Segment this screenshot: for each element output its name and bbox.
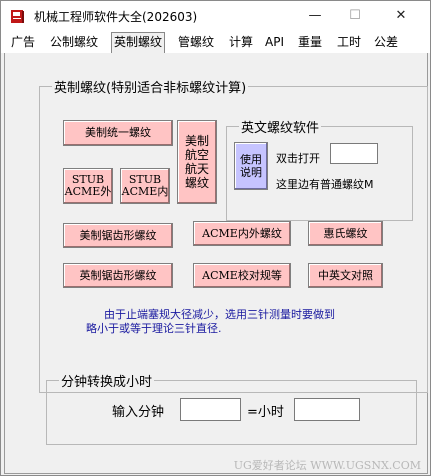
- three-wire-note-line2: 略小于或等于理论三针直径.: [86, 322, 222, 335]
- red-book-icon: [11, 10, 24, 23]
- aerospace-thread-button[interactable]: 美制航空航天螺纹: [177, 120, 217, 204]
- input-minutes-label: 输入分钟: [112, 405, 165, 420]
- unified-thread-button[interactable]: 美制统一螺纹: [63, 120, 173, 146]
- chinese-english-compare-button[interactable]: 中英文对照: [308, 263, 383, 288]
- usage-instructions-button[interactable]: 使用 说明: [234, 142, 268, 190]
- double-click-open-field[interactable]: [330, 143, 378, 164]
- close-button[interactable]: ✕: [378, 1, 424, 31]
- tab-imperial-thread[interactable]: 英制螺纹: [111, 32, 166, 54]
- minutes-input[interactable]: [180, 398, 241, 421]
- double-click-open-label: 双击打开: [276, 152, 320, 165]
- metric-thread-note: 这里边有普通螺纹M: [276, 178, 374, 191]
- window-title: 机械工程师软件大全(202603): [34, 10, 198, 24]
- equals-hours-label: =小时: [247, 405, 284, 420]
- tab-metric-thread[interactable]: 公制螺纹: [50, 33, 98, 51]
- us-buttress-thread-button[interactable]: 美制锯齿形螺纹: [63, 223, 173, 248]
- acme-internal-external-button[interactable]: ACME内外螺纹: [193, 221, 291, 246]
- three-wire-note-line1: 由于止端塞规大径减少，选用三针测量时要做到: [104, 308, 335, 321]
- uk-buttress-thread-button[interactable]: 英制锯齿形螺纹: [63, 263, 173, 288]
- tab-weight[interactable]: 重量: [298, 33, 322, 51]
- acme-check-gauge-button[interactable]: ACME校对规等: [193, 263, 291, 288]
- hours-output[interactable]: [294, 398, 360, 421]
- stub-acme-internal-button[interactable]: STUB ACME内: [120, 168, 170, 204]
- title-bar: 机械工程师软件大全(202603) — ☐ ✕: [1, 1, 430, 31]
- tab-labor-hours[interactable]: 工时: [337, 33, 361, 51]
- tab-calculation[interactable]: 计算: [229, 33, 253, 51]
- software-group-title: 英文螺纹软件: [241, 121, 320, 136]
- tab-api[interactable]: API: [265, 33, 284, 51]
- stub-acme-external-button[interactable]: STUB ACME外: [63, 168, 113, 204]
- minutes-group-title: 分钟转换成小时: [61, 375, 153, 390]
- app-window: 机械工程师软件大全(202603) — ☐ ✕ 广告 公制螺纹 英制螺纹 管螺纹…: [0, 0, 431, 476]
- whitworth-thread-button[interactable]: 惠氏螺纹: [308, 221, 383, 246]
- imperial-group-title: 英制螺纹(特别适合非标螺纹计算): [54, 81, 247, 96]
- forum-watermark: UG爱好者论坛 WWW.UGSNX.COM: [233, 459, 421, 472]
- tab-bar: 广告 公制螺纹 英制螺纹 管螺纹 计算 API 重量 工时 公差: [1, 31, 430, 54]
- tab-tolerance[interactable]: 公差: [374, 33, 398, 51]
- tab-pipe-thread[interactable]: 管螺纹: [178, 33, 214, 51]
- maximize-button[interactable]: ☐: [332, 1, 378, 31]
- tab-page-imperial: 英制螺纹(特别适合非标螺纹计算) 美制统一螺纹 美制航空航天螺纹 STUB AC…: [4, 53, 428, 474]
- tab-ads[interactable]: 广告: [11, 33, 35, 51]
